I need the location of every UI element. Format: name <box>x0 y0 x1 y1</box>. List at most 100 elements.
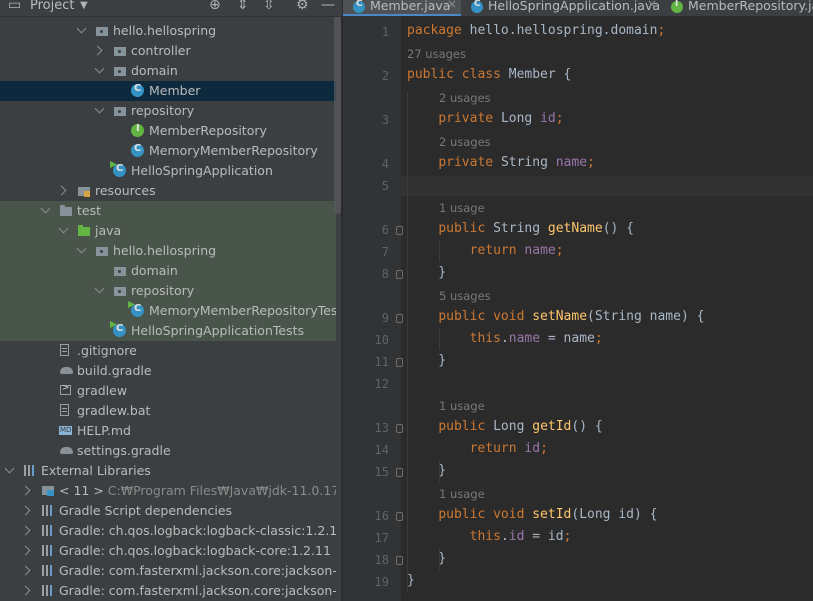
code-line[interactable]: } <box>407 573 415 588</box>
code-line[interactable]: package hello.hellospring.domain; <box>407 23 665 38</box>
tree-item[interactable]: Gradle: ch.qos.logback:logback-core:1.2.… <box>0 541 336 561</box>
project-title[interactable]: Project <box>30 0 74 13</box>
line-number: 15 <box>374 465 389 479</box>
chevron-down-icon[interactable]: ▼ <box>80 0 88 11</box>
tree-item[interactable]: settings.gradle <box>0 441 336 461</box>
line-number: 12 <box>374 377 389 391</box>
fold-marker-icon[interactable] <box>396 226 403 235</box>
code-line[interactable]: } <box>407 265 446 280</box>
tree-item[interactable]: hello.hellospring <box>0 241 336 261</box>
tree-item[interactable]: MemoryMemberRepositoryTest <box>0 301 336 321</box>
tree-item[interactable]: Gradle: ch.qos.logback:logback-classic:1… <box>0 521 336 541</box>
code-line[interactable]: public String getName() { <box>407 221 634 236</box>
chevron-right-icon[interactable] <box>60 185 68 193</box>
chevron-right-icon[interactable] <box>24 565 32 573</box>
chevron-down-icon[interactable] <box>78 245 86 253</box>
tree-item[interactable]: domain <box>0 261 336 281</box>
tree-item[interactable]: Gradle Script dependencies <box>0 501 336 521</box>
tree-item[interactable]: hello.hellospring <box>0 21 336 41</box>
tree-item[interactable]: test <box>0 201 336 221</box>
chevron-right-icon[interactable] <box>24 525 32 533</box>
chevron-down-icon[interactable] <box>60 225 68 233</box>
indent-guide <box>439 548 440 570</box>
chevron-right-icon[interactable] <box>24 485 32 493</box>
usages-hint[interactable]: 1 usage <box>439 201 485 215</box>
tree-item[interactable]: repository <box>0 101 336 121</box>
fold-marker-icon[interactable] <box>396 556 403 565</box>
project-scrollbar[interactable] <box>334 0 341 214</box>
usages-hint[interactable]: 27 usages <box>407 47 466 61</box>
usages-hint[interactable]: 5 usages <box>439 289 491 303</box>
code-line[interactable]: private String name; <box>407 155 595 170</box>
code-line[interactable]: public Long getId() { <box>407 419 602 434</box>
tree-item[interactable]: resources <box>0 181 336 201</box>
gradle-icon <box>59 446 75 456</box>
code-line[interactable]: return name; <box>407 243 564 258</box>
code-line[interactable]: private Long id; <box>407 111 563 126</box>
gear-icon[interactable]: ⚙ <box>296 0 309 13</box>
chevron-right-icon[interactable] <box>24 545 32 553</box>
code-line[interactable]: public class Member { <box>407 67 571 82</box>
chevron-down-icon[interactable] <box>42 205 50 213</box>
chevron-down-icon[interactable] <box>96 65 104 73</box>
usages-hint[interactable]: 1 usage <box>439 399 485 413</box>
fold-marker-icon[interactable] <box>396 314 403 323</box>
tree-item[interactable]: Gradle: com.fasterxml.jackson.core:jacks… <box>0 561 336 581</box>
tree-item-label: build.gradle <box>77 363 152 378</box>
line-number: 8 <box>381 267 389 281</box>
fold-marker-icon[interactable] <box>396 468 403 477</box>
tree-item[interactable]: repository <box>0 281 336 301</box>
fold-marker-icon[interactable] <box>396 358 403 367</box>
tree-item[interactable]: domain <box>0 61 336 81</box>
tab-hellospringapplication-java[interactable]: HelloSpringApplication.java× <box>461 0 661 16</box>
code-line[interactable]: this.name = name; <box>407 331 603 346</box>
code-editor[interactable]: package hello.hellospring.domain; 27 usag… <box>401 16 813 601</box>
chevron-down-icon[interactable] <box>78 25 86 33</box>
tree-item[interactable]: build.gradle <box>0 361 336 381</box>
editor-tabs: Member.java×HelloSpringApplication.java×… <box>343 0 813 16</box>
code-line[interactable]: } <box>407 551 446 566</box>
tree-item[interactable]: controller <box>0 41 336 61</box>
collapse-all-icon[interactable]: ⇳ <box>263 0 275 13</box>
fold-marker-icon[interactable] <box>396 270 403 279</box>
tree-item-label: gradlew.bat <box>77 403 151 418</box>
tab-memberrepository-java[interactable]: MemberRepository.java <box>661 0 813 16</box>
tree-item[interactable]: gradlew.bat <box>0 401 336 421</box>
close-icon[interactable]: × <box>647 0 657 11</box>
tree-item[interactable]: Member <box>0 81 336 101</box>
tree-item[interactable]: HELP.md <box>0 421 336 441</box>
code-line[interactable]: public void setId(Long id) { <box>407 507 657 522</box>
code-line[interactable]: } <box>407 353 446 368</box>
locate-icon[interactable]: ⊕ <box>209 0 221 13</box>
tree-item[interactable]: .gitignore <box>0 341 336 361</box>
tree-item[interactable]: < 11 > C:₩Program Files₩Java₩jdk-11.0.17 <box>0 481 336 501</box>
minimize-icon[interactable]: — <box>321 0 335 13</box>
code-line[interactable]: this.id = id; <box>407 529 572 544</box>
tree-item[interactable]: HelloSpringApplication <box>0 161 336 181</box>
chevron-down-icon[interactable] <box>6 465 14 473</box>
code-line[interactable]: return id; <box>407 441 548 456</box>
tree-item[interactable]: MemberRepository <box>0 121 336 141</box>
tree-item[interactable]: MemoryMemberRepository <box>0 141 336 161</box>
code-line[interactable]: public void setName(String name) { <box>407 309 704 324</box>
tree-item[interactable]: External Libraries <box>0 461 336 481</box>
tree-item[interactable]: gradlew <box>0 381 336 401</box>
package-icon <box>113 44 127 57</box>
tab-member-java[interactable]: Member.java× <box>343 0 461 16</box>
chevron-right-icon[interactable] <box>24 585 32 593</box>
chevron-right-icon[interactable] <box>96 45 104 53</box>
fold-marker-icon[interactable] <box>396 512 403 521</box>
tree-item[interactable]: Gradle: com.fasterxml.jackson.core:jacks… <box>0 581 336 601</box>
usages-hint[interactable]: 2 usages <box>439 135 491 149</box>
chevron-right-icon[interactable] <box>24 505 32 513</box>
usages-hint[interactable]: 2 usages <box>439 91 491 105</box>
close-icon[interactable]: × <box>447 0 457 11</box>
fold-marker-icon[interactable] <box>396 424 403 433</box>
tree-item[interactable]: HelloSpringApplicationTests <box>0 321 336 341</box>
tree-item[interactable]: java <box>0 221 336 241</box>
expand-all-icon[interactable]: ⇕ <box>237 0 249 13</box>
code-line[interactable]: } <box>407 463 446 478</box>
usages-hint[interactable]: 1 usage <box>439 487 485 501</box>
chevron-down-icon[interactable] <box>96 105 104 113</box>
chevron-down-icon[interactable] <box>96 285 104 293</box>
